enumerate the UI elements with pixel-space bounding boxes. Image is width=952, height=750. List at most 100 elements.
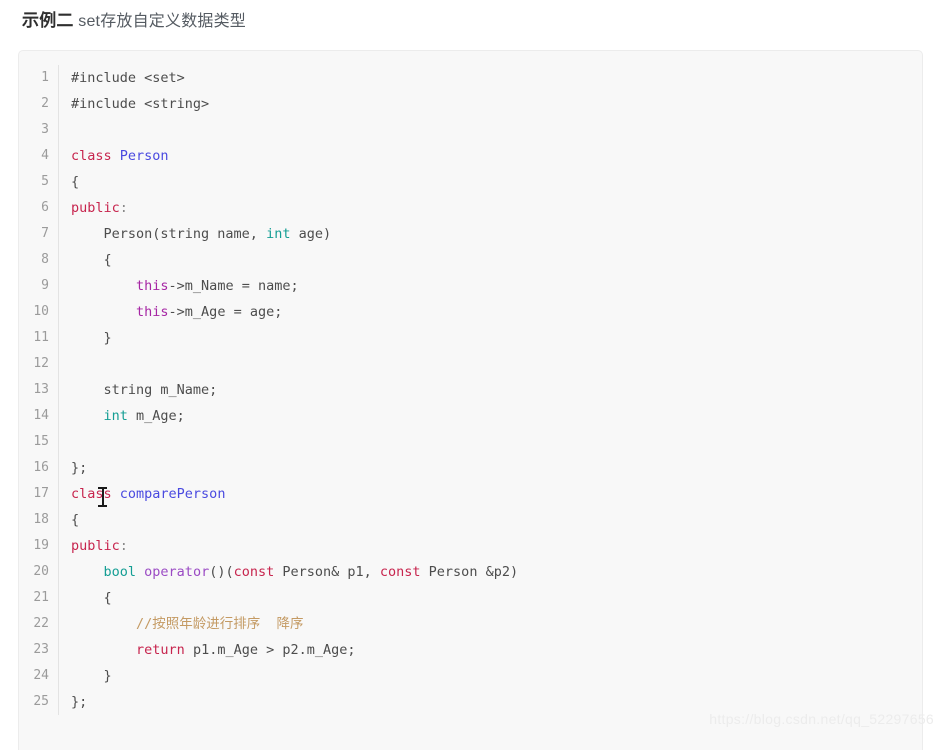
line-number: 6 (41, 200, 49, 215)
code-token-plain: Person(string name, (71, 226, 267, 242)
line-number: 19 (33, 538, 49, 553)
code-token-plain: } (71, 668, 112, 684)
line-number: 13 (33, 382, 49, 397)
line-number: 4 (41, 148, 49, 163)
code-line[interactable]: } (71, 325, 922, 351)
code-line[interactable]: return p1.m_Age > p2.m_Age; (71, 637, 922, 663)
code-token-fn: operator (144, 564, 210, 580)
code-block[interactable]: 1 2 3 4 5 6 7 8 9 10 11 12 13 14 15 16 17 18 19 20 21 22 23 24 2… (18, 50, 923, 750)
code-token-plain: age) (290, 226, 332, 242)
code-line[interactable] (71, 429, 922, 455)
code-line[interactable]: #include <set> (71, 65, 922, 91)
code-line[interactable]: string m_Name; (71, 377, 922, 403)
line-number: 12 (33, 356, 49, 371)
line-number: 8 (41, 252, 49, 267)
line-number: 22 (33, 616, 49, 631)
line-number: 25 (33, 694, 49, 709)
code-line[interactable]: { (71, 585, 922, 611)
code-line[interactable]: } (71, 663, 922, 689)
code-token-plain: ->m_Name = name; (168, 278, 299, 294)
code-line[interactable]: { (71, 169, 922, 195)
code-token-plain: #include <string> (71, 96, 210, 112)
line-number: 18 (33, 512, 49, 527)
code-token-plain: } (71, 330, 112, 346)
line-number: 3 (41, 122, 49, 137)
code-line[interactable]: { (71, 507, 922, 533)
code-scroll-area[interactable]: 1 2 3 4 5 6 7 8 9 10 11 12 13 14 15 16 17 18 19 20 21 22 23 24 2… (19, 51, 922, 715)
line-number: 16 (33, 460, 49, 475)
code-line[interactable]: this->m_Name = name; (71, 273, 922, 299)
code-token-plain: #include <set> (71, 70, 185, 86)
line-number: 21 (33, 590, 49, 605)
code-token-type: bool (103, 564, 137, 580)
code-line[interactable]: class comparePerson (71, 481, 922, 507)
code-line[interactable]: { (71, 247, 922, 273)
page-title-emphasis: 示例二 (22, 11, 74, 30)
code-line[interactable]: class Person (71, 143, 922, 169)
code-token-plain: { (71, 590, 112, 606)
code-token-punct: : (119, 538, 128, 554)
code-token-class: comparePerson (119, 486, 226, 502)
code-token-plain: }; (71, 694, 88, 710)
code-token-kw: return (136, 642, 185, 658)
line-number: 7 (41, 226, 49, 241)
watermark-url: https://blog.csdn.net/qq_52297656 (709, 711, 934, 727)
code-line[interactable]: int m_Age; (71, 403, 922, 429)
code-line[interactable]: }; (71, 455, 922, 481)
code-line[interactable]: public: (71, 195, 922, 221)
line-number: 5 (41, 174, 49, 189)
line-number-gutter: 1 2 3 4 5 6 7 8 9 10 11 12 13 14 15 16 17 18 19 20 21 22 23 24 2… (19, 65, 59, 715)
code-line[interactable]: Person(string name, int age) (71, 221, 922, 247)
code-token-plain: { (71, 174, 80, 190)
code-token-this: this (136, 304, 169, 320)
code-token-type: int (266, 226, 291, 242)
code-token-plain: string m_Name; (71, 382, 218, 398)
code-token-class: Person (119, 148, 169, 164)
code-token-plain: { (71, 512, 80, 528)
line-number: 9 (41, 278, 49, 293)
code-token-plain: ()( (209, 564, 234, 580)
code-token-kw: const (379, 564, 421, 580)
line-number: 23 (33, 642, 49, 657)
code-line[interactable]: #include <string> (71, 91, 922, 117)
code-token-plain: m_Age; (127, 408, 185, 424)
code-token-comment: //按照年龄进行排序 降序 (136, 616, 304, 632)
line-number: 2 (41, 96, 49, 111)
code-token-kw: class (71, 486, 112, 502)
code-token-plain: ->m_Age = age; (168, 304, 283, 320)
line-number: 20 (33, 564, 49, 579)
code-token-kw: const (233, 564, 275, 580)
code-token-punct: : (119, 200, 128, 216)
page-title: 示例二 set存放自定义数据类型 (0, 0, 952, 36)
code-token-kw: public (71, 538, 120, 554)
code-line[interactable]: this->m_Age = age; (71, 299, 922, 325)
code-token-kw: class (71, 148, 112, 164)
code-token-plain: }; (71, 460, 88, 476)
line-number: 1 (41, 70, 49, 85)
code-token-plain: Person &p2) (420, 564, 519, 580)
line-number: 10 (33, 304, 49, 319)
line-number: 17 (33, 486, 49, 501)
code-token-type: int (103, 408, 128, 424)
code-line[interactable] (71, 351, 922, 377)
code-line[interactable]: //按照年龄进行排序 降序 (71, 611, 922, 637)
code-token-this: this (136, 278, 169, 294)
line-number: 24 (33, 668, 49, 683)
code-line[interactable]: bool operator()(const Person& p1, const … (71, 559, 922, 585)
code-content[interactable]: #include <set> #include <string> class Pe… (59, 65, 922, 715)
line-number: 15 (33, 434, 49, 449)
code-line[interactable] (71, 117, 922, 143)
code-token-plain: p1.m_Age > p2.m_Age; (184, 642, 356, 658)
code-line[interactable]: public: (71, 533, 922, 559)
code-token-plain: Person& p1, (274, 564, 380, 580)
page-title-rest: set存放自定义数据类型 (73, 13, 246, 30)
line-number: 11 (33, 330, 49, 345)
